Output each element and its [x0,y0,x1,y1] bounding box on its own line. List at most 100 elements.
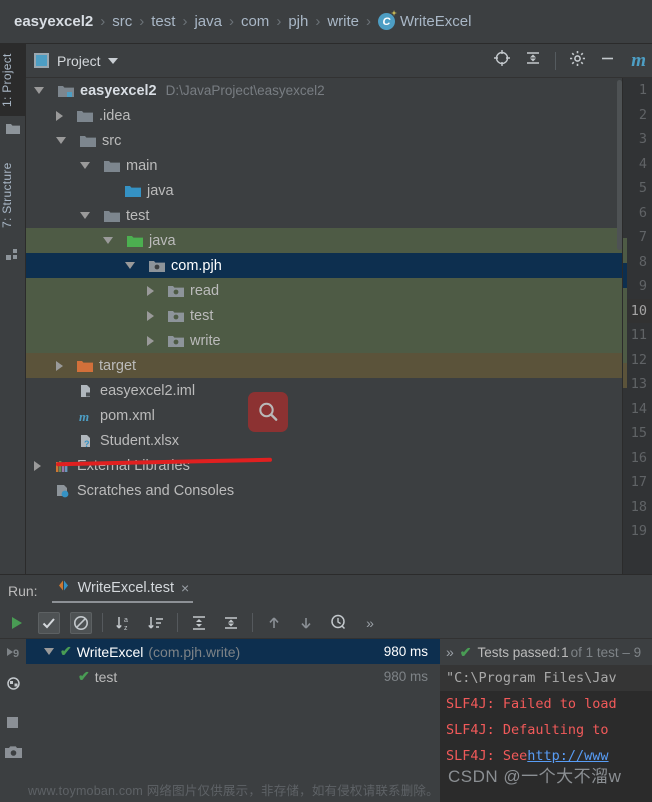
collapse-all-icon[interactable] [524,49,542,72]
toolbar-divider [555,51,557,70]
tree-row-target[interactable]: target [26,353,622,378]
chevron-collapsed-icon[interactable] [147,335,154,346]
tree-row-scratches[interactable]: Scratches and Consoles [26,478,622,503]
line-number: 17 [630,474,647,491]
status-check-icon: ✔ [459,643,472,660]
test-row-class[interactable]: ✔ WriteExcel (com.pjh.write) 980 ms [26,639,440,664]
collapse-all-icon[interactable] [220,612,242,634]
search-icon-overlay[interactable] [248,392,288,432]
line-number: 5 [638,180,647,197]
breadcrumb-item-write[interactable]: write [327,13,359,30]
tree-label: Scratches and Consoles [77,482,235,499]
tree-row-external-libraries[interactable]: External Libraries [26,453,622,478]
tree-row-easyexcel2[interactable]: easyexcel2 D:\JavaProject\easyexcel2 [26,78,622,103]
run-panel: Run: WriteExcel.test × az » 9 ✔ WriteExc… [0,574,652,802]
tree-row-test-java[interactable]: java [26,228,622,253]
tree-row-test[interactable]: test [26,203,622,228]
chevron-collapsed-icon[interactable] [34,460,41,471]
chevron-collapsed-icon[interactable] [56,110,63,121]
chevron-expanded-icon[interactable] [44,648,54,655]
breadcrumb-item-pjh[interactable]: pjh [288,13,308,30]
sidebar-item-project[interactable]: 1: Project [0,44,26,116]
breadcrumb-separator: › [139,13,145,30]
breadcrumb-item-class[interactable]: WriteExcel [400,13,471,30]
line-number: 12 [630,351,647,368]
test-row-method[interactable]: ✔ test 980 ms [26,664,440,689]
chevron-collapsed-icon[interactable] [56,360,63,371]
tree-row-test-pkg[interactable]: test [26,303,622,328]
tree-row-main[interactable]: main [26,153,622,178]
breadcrumb-item-test[interactable]: test [151,13,175,30]
project-panel-title: Project [57,52,101,69]
line-number: 3 [638,131,647,148]
tree-row-write[interactable]: write [26,328,622,353]
folder-icon [77,109,93,123]
chevron-collapsed-icon[interactable] [147,285,154,296]
tree-row-src[interactable]: src [26,128,622,153]
next-failed-icon[interactable] [295,612,317,634]
breadcrumb-item-com[interactable]: com [241,13,269,30]
screenshot-icon[interactable] [5,745,22,765]
project-tree[interactable]: easyexcel2 D:\JavaProject\easyexcel2 .id… [26,78,622,574]
tree-label: .idea [99,107,131,124]
sort-alphabetically-icon[interactable]: az [113,612,135,634]
test-name: WriteExcel [76,643,144,660]
gear-icon[interactable] [569,50,586,72]
tree-label: com.pjh [171,257,222,274]
tree-label: pom.xml [100,407,155,424]
toggle-passed-icon[interactable] [38,611,60,634]
maven-tab[interactable]: m [631,50,646,72]
breadcrumb-item-project[interactable]: easyexcel2 [14,13,93,30]
chevron-down-icon[interactable] [107,57,118,64]
console-output[interactable]: » ✔ Tests passed: 1 of 1 test – 9 "C:\Pr… [440,639,652,802]
tree-row-read[interactable]: read [26,278,622,303]
tree-row-main-java[interactable]: java [26,178,622,203]
sidebar-item-structure[interactable]: 7: Structure [0,149,26,241]
chevron-expanded-icon[interactable] [56,137,66,144]
prev-failed-icon[interactable] [263,612,285,634]
breadcrumb-item-java[interactable]: java [194,13,222,30]
rerun-failed-icon[interactable]: 9 [5,645,22,667]
tree-label: easyexcel2.iml [100,382,196,399]
package-icon [168,334,184,348]
chevron-expanded-icon[interactable] [103,237,113,244]
console-line-command: "C:\Program Files\Jav [440,665,652,691]
target-icon[interactable] [493,49,511,72]
chevron-expanded-icon[interactable] [80,212,90,219]
tree-label: Student.xlsx [100,432,179,449]
expand-all-icon[interactable] [188,612,210,634]
chevron-expanded-icon[interactable] [125,262,135,269]
tree-row-iml[interactable]: easyexcel2.iml [26,378,622,403]
console-link[interactable]: http://www [527,748,608,764]
more-options-icon[interactable]: » [359,612,381,634]
scratches-icon [55,484,71,498]
chevron-expanded-icon[interactable] [80,162,90,169]
structure-icon [6,247,20,261]
minimize-icon[interactable] [599,50,616,72]
more-icon[interactable]: » [446,644,454,660]
close-icon[interactable]: × [181,580,189,596]
tree-row-idea[interactable]: .idea [26,103,622,128]
tree-row-com-pjh[interactable]: com.pjh [26,253,622,278]
run-tab-underline [51,601,194,603]
svg-text:z: z [124,625,128,632]
console-line-error: SLF4J: Failed to load [446,696,617,712]
stop-icon[interactable] [5,715,20,735]
breadcrumb-item-src[interactable]: src [112,13,132,30]
test-results-tree[interactable]: ✔ WriteExcel (com.pjh.write) 980 ms ✔ te… [26,639,440,802]
rerun-tests-icon[interactable] [5,675,22,697]
chevron-expanded-icon[interactable] [34,87,44,94]
sort-by-duration-icon[interactable] [145,612,167,634]
chevron-collapsed-icon[interactable] [147,310,154,321]
tree-row-student-xlsx[interactable]: ? Student.xlsx [26,428,622,453]
rerun-icon[interactable] [6,612,28,634]
line-number: 6 [638,204,647,221]
module-folder-icon [58,84,74,98]
tree-label: src [102,132,122,149]
run-tab[interactable]: WriteExcel.test × [51,579,194,603]
ignore-tests-icon[interactable] [70,611,92,634]
history-icon[interactable] [327,612,349,634]
tree-row-pom[interactable]: m pom.xml [26,403,622,428]
package-icon [149,259,165,273]
